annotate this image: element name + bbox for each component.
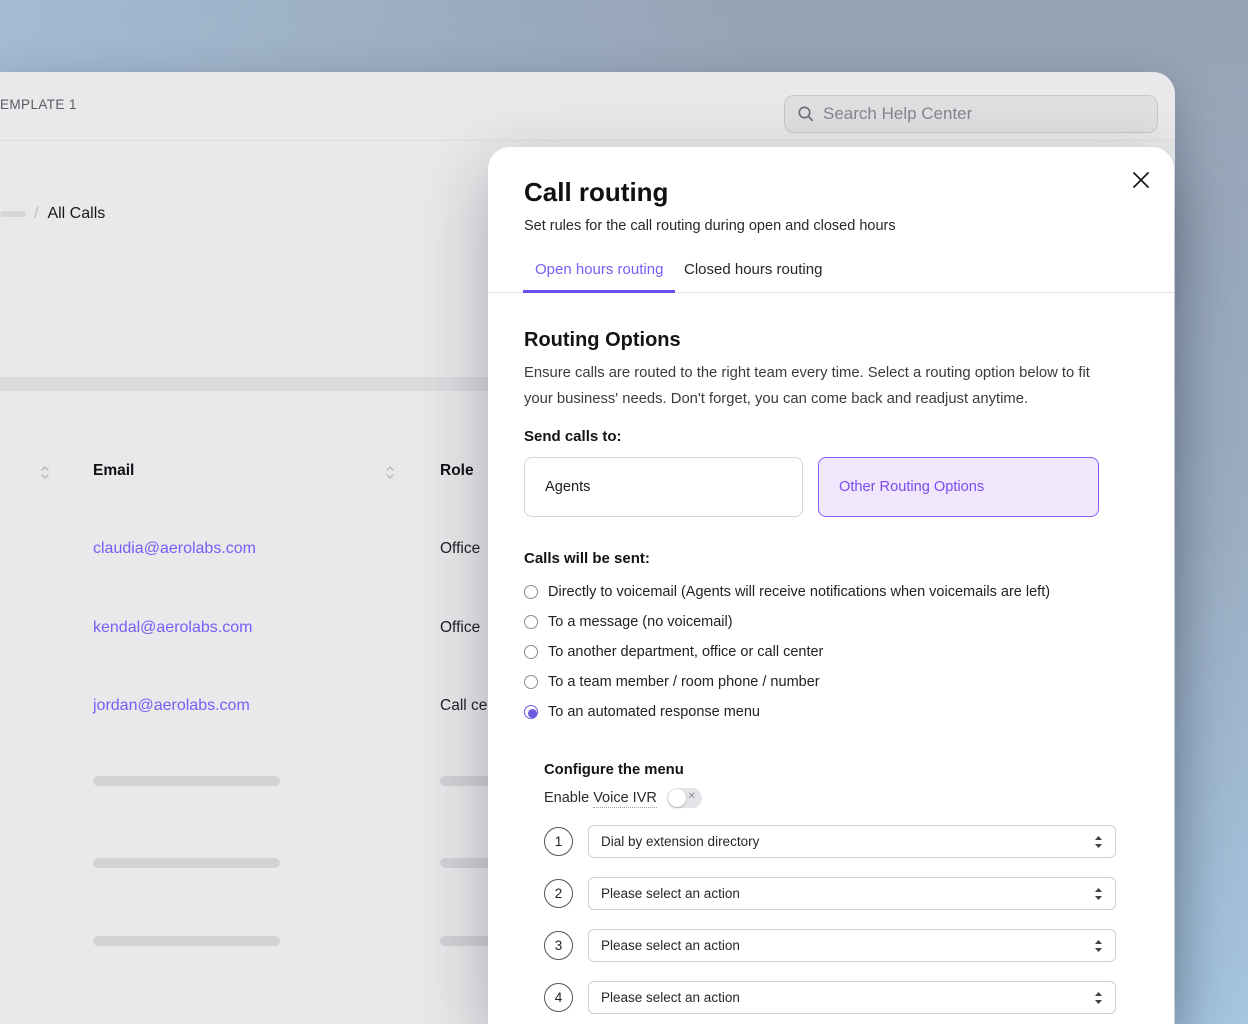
calls-sent-label: Calls will be sent: xyxy=(524,550,650,567)
breadcrumb-separator: / xyxy=(34,205,38,223)
skeleton-bar xyxy=(93,776,280,786)
select-arrows-icon xyxy=(1094,939,1103,953)
ivr-label-term: Voice IVR xyxy=(593,790,657,808)
routing-options-description: Ensure calls are routed to the right tea… xyxy=(524,360,1102,412)
option-other-routing-button[interactable]: Other Routing Options xyxy=(818,457,1099,517)
modal-subtitle: Set rules for the call routing during op… xyxy=(524,218,896,234)
app-header: EMPLATE 1 xyxy=(0,72,1175,141)
menu-step-row-2: 2 Please select an action xyxy=(544,877,1116,910)
ivr-label-prefix: Enable xyxy=(544,790,589,806)
tab-open-hours-routing[interactable]: Open hours routing xyxy=(523,259,675,293)
app-title: EMPLATE 1 xyxy=(0,97,77,112)
radio-automated-response-menu[interactable]: To an automated response menu xyxy=(524,704,1050,720)
destination-radio-group: Directly to voicemail (Agents will recei… xyxy=(524,584,1050,720)
menu-action-select-4[interactable]: Please select an action xyxy=(588,981,1116,1014)
close-button[interactable] xyxy=(1128,167,1154,193)
menu-action-select-1[interactable]: Dial by extension directory xyxy=(588,825,1116,858)
radio-circle-selected xyxy=(524,705,538,719)
menu-step-row-4: 4 Please select an action xyxy=(544,981,1116,1014)
radio-circle xyxy=(524,585,538,599)
skeleton-bar xyxy=(93,936,280,946)
toggle-knob xyxy=(668,789,686,807)
radio-circle xyxy=(524,615,538,629)
radio-circle xyxy=(524,675,538,689)
skeleton-bar xyxy=(93,858,280,868)
menu-step-row-1: 1 Dial by extension directory xyxy=(544,825,1116,858)
email-link[interactable]: kendal@aerolabs.com xyxy=(93,619,252,637)
breadcrumb-skeleton xyxy=(0,211,26,217)
search-icon xyxy=(797,105,815,123)
column-header-email[interactable]: Email xyxy=(93,462,134,480)
radio-to-a-message[interactable]: To a message (no voicemail) xyxy=(524,614,1050,630)
breadcrumb-current[interactable]: All Calls xyxy=(47,205,105,223)
tab-bar: Open hours routing Closed hours routing xyxy=(488,259,1174,293)
option-agents-button[interactable]: Agents xyxy=(524,457,803,517)
radio-directly-to-voicemail[interactable]: Directly to voicemail (Agents will recei… xyxy=(524,584,1050,600)
email-link[interactable]: jordan@aerolabs.com xyxy=(93,697,250,715)
step-number-badge: 1 xyxy=(544,827,573,856)
call-routing-modal: Call routing Set rules for the call rout… xyxy=(488,147,1174,1024)
configure-menu-heading: Configure the menu xyxy=(544,762,684,778)
sort-icon[interactable] xyxy=(40,465,50,480)
radio-another-department[interactable]: To another department, office or call ce… xyxy=(524,644,1050,660)
column-header-role[interactable]: Role xyxy=(440,462,474,480)
search-input[interactable] xyxy=(823,104,1145,124)
routing-options-heading: Routing Options xyxy=(524,329,681,352)
breadcrumb: / All Calls xyxy=(0,204,105,224)
voice-ivr-toggle[interactable]: ✕ xyxy=(667,788,702,808)
step-number-badge: 2 xyxy=(544,879,573,908)
tab-closed-hours-routing[interactable]: Closed hours routing xyxy=(684,259,822,292)
role-cell: Office xyxy=(440,540,480,558)
role-cell: Call ce xyxy=(440,697,487,715)
role-cell: Office xyxy=(440,619,480,637)
select-arrows-icon xyxy=(1094,991,1103,1005)
step-number-badge: 4 xyxy=(544,983,573,1012)
enable-voice-ivr-label: Enable Voice IVR xyxy=(544,790,657,806)
select-arrows-icon xyxy=(1094,835,1103,849)
select-arrows-icon xyxy=(1094,887,1103,901)
radio-team-member[interactable]: To a team member / room phone / number xyxy=(524,674,1050,690)
help-center-search[interactable] xyxy=(784,95,1158,133)
menu-action-select-3[interactable]: Please select an action xyxy=(588,929,1116,962)
toggle-off-x-icon: ✕ xyxy=(687,791,695,802)
close-icon xyxy=(1131,170,1151,190)
radio-circle xyxy=(524,645,538,659)
sort-icon[interactable] xyxy=(385,465,395,480)
enable-voice-ivr-row: Enable Voice IVR ✕ xyxy=(544,788,702,808)
modal-title: Call routing xyxy=(524,177,668,208)
menu-step-row-3: 3 Please select an action xyxy=(544,929,1116,962)
step-number-badge: 3 xyxy=(544,931,573,960)
email-link[interactable]: claudia@aerolabs.com xyxy=(93,540,256,558)
menu-action-select-2[interactable]: Please select an action xyxy=(588,877,1116,910)
send-calls-label: Send calls to: xyxy=(524,428,622,445)
